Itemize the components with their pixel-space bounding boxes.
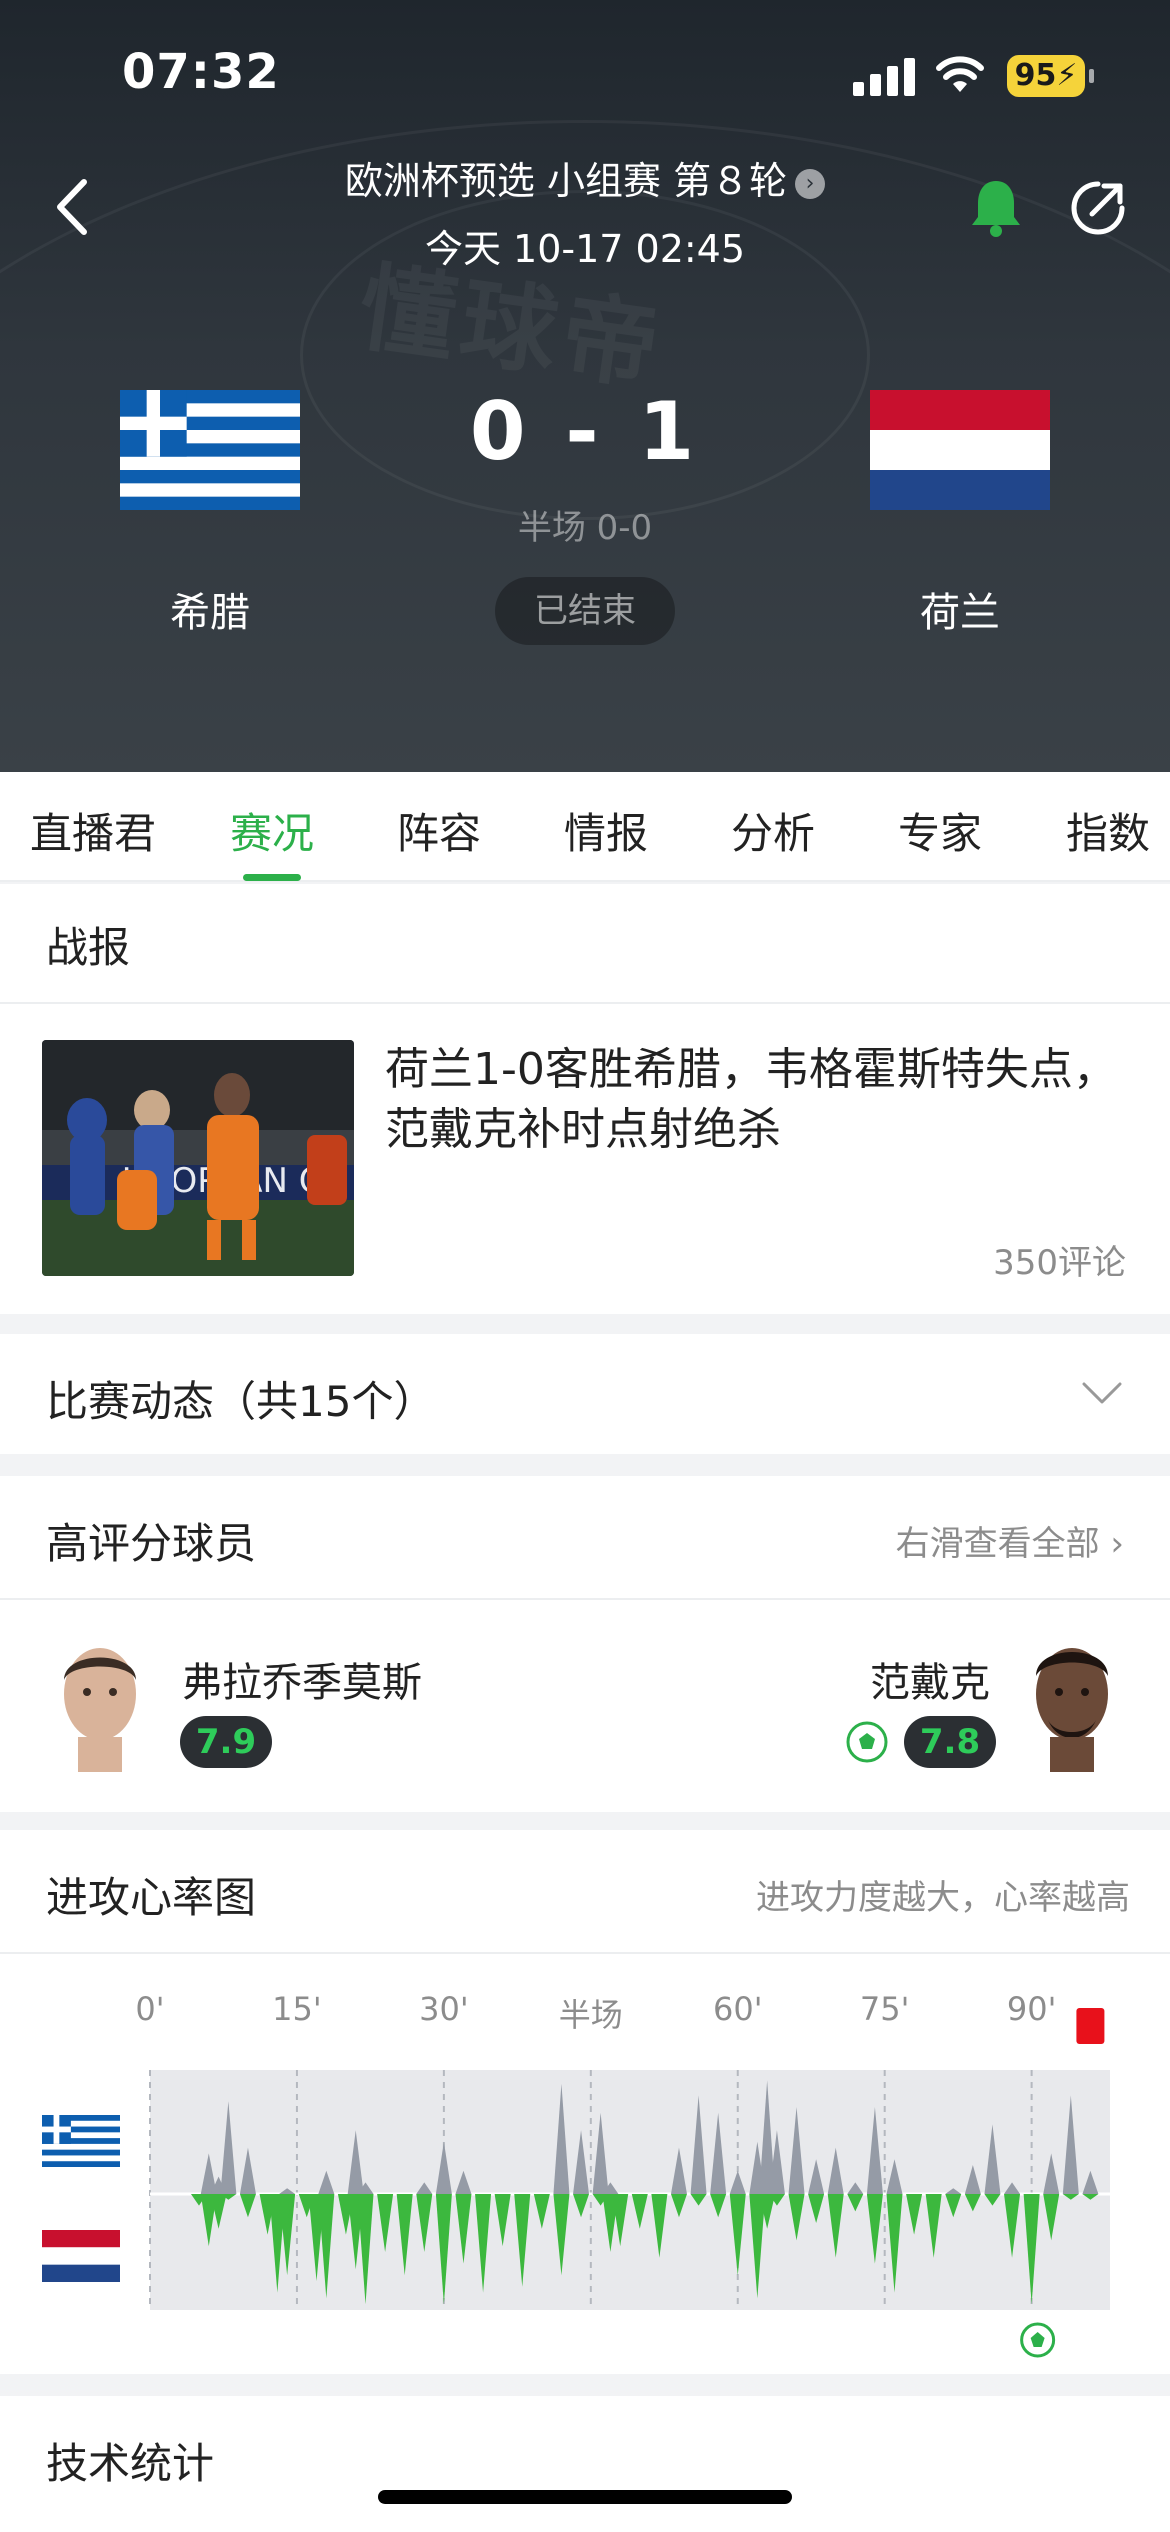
divider	[0, 1002, 1170, 1004]
match-header: 懂球帝 07:32 95⚡ 欧洲杯预选 小组赛 第８轮 › 今天 10-17 02…	[0, 0, 1170, 772]
battery-level: 95	[1014, 58, 1057, 93]
view-all-link[interactable]: 右滑查看全部 ›	[896, 1516, 1124, 1565]
match-events-title: 比赛动态（共15个）	[46, 1377, 436, 1426]
away-player-rating: 7.8	[904, 1716, 996, 1768]
divider	[0, 1952, 1170, 1954]
chart-tick-label: 75'	[859, 1990, 910, 2028]
away-team-name[interactable]: 荷兰	[835, 580, 1085, 638]
top-players-section: 高评分球员 右滑查看全部 ›	[0, 1476, 1170, 1812]
news-headline[interactable]: 荷兰1-0客胜希腊，韦格霍斯特失点，范戴克补时点射绝杀	[385, 1040, 1125, 1160]
wifi-icon	[936, 56, 984, 92]
tab-odds[interactable]: 指数	[1066, 800, 1150, 861]
chart-tick-label: 90'	[1006, 1990, 1057, 2028]
attack-chart-title: 进攻心率图	[46, 1873, 257, 1922]
home-player-name[interactable]: 弗拉乔季莫斯	[182, 1650, 422, 1708]
halftime-score: 半场 0-0	[517, 508, 653, 548]
away-player-name[interactable]: 范戴克	[870, 1650, 990, 1708]
top-players-title: 高评分球员	[46, 1519, 257, 1568]
home-indicator[interactable]	[378, 2490, 792, 2504]
home-player-rating: 7.9	[180, 1716, 272, 1768]
tab-live[interactable]: 直播君	[30, 800, 156, 861]
share-icon[interactable]	[1068, 178, 1128, 238]
tab-intel[interactable]: 情报	[564, 800, 648, 861]
away-player-avatar[interactable]	[1022, 1632, 1122, 1772]
netherlands-flag-mini-icon	[42, 2230, 120, 2282]
chevron-down-icon	[1082, 1382, 1122, 1404]
stats-section: 技术统计	[0, 2396, 1170, 2532]
match-score: 0 - 1	[469, 385, 701, 478]
chart-tick-label: 半场	[558, 1996, 623, 2034]
attack-chart-subtitle: 进攻力度越大，心率越高	[756, 1878, 1130, 1918]
greece-flag-icon[interactable]	[120, 390, 300, 510]
tab-bar: 直播君 赛况 阵容 情报 分析 专家 指数	[0, 772, 1170, 882]
tab-overview[interactable]: 赛况	[230, 800, 314, 861]
status-bar-time: 07:32	[122, 44, 280, 100]
greece-flag-mini-icon	[42, 2115, 120, 2167]
chart-tick-label: 60'	[712, 1990, 763, 2028]
home-player-avatar[interactable]	[50, 1632, 150, 1772]
tab-experts[interactable]: 专家	[898, 800, 982, 861]
chevron-right-icon: ›	[795, 169, 826, 199]
match-status-badge: 已结束	[495, 577, 675, 645]
chart-tick-label: 0'	[135, 1990, 165, 2028]
news-comment-count[interactable]: 350评论	[900, 1235, 1126, 1284]
tab-lineup[interactable]: 阵容	[397, 800, 481, 861]
bell-icon[interactable]	[968, 175, 1024, 239]
match-datetime: 今天 10-17 02:45	[424, 227, 746, 271]
competition-label: 欧洲杯预选 小组赛 第８轮	[344, 159, 788, 203]
chart-tick-label: 15'	[272, 1990, 322, 2028]
news-photo: UROPEAN Q	[42, 1040, 354, 1276]
red-card-icon	[1076, 2008, 1105, 2044]
home-team-name[interactable]: 希腊	[85, 580, 335, 638]
battery-tip	[1089, 69, 1094, 83]
battery-indicator: 95⚡	[1007, 55, 1085, 97]
match-events-row[interactable]: 比赛动态（共15个）	[0, 1334, 1170, 1454]
goal-ball-icon	[846, 1721, 888, 1763]
competition-title[interactable]: 欧洲杯预选 小组赛 第８轮 ›	[300, 150, 870, 205]
stats-title: 技术统计	[46, 2439, 215, 2488]
attack-heart-rate-chart	[149, 2008, 1110, 2358]
divider	[0, 1598, 1170, 1600]
netherlands-flag-icon[interactable]	[870, 390, 1050, 510]
signal-icon	[853, 56, 915, 96]
active-tab-indicator	[243, 874, 301, 881]
report-title: 战报	[46, 923, 131, 972]
chart-tick-label: 30'	[419, 1990, 469, 2028]
back-arrow-icon[interactable]	[48, 172, 98, 242]
news-thumbnail[interactable]: UROPEAN Q	[42, 1040, 354, 1276]
tab-analysis[interactable]: 分析	[731, 800, 815, 861]
view-all-label: 右滑查看全部	[895, 1524, 1100, 1564]
goal-ball-marker-icon	[1020, 2322, 1056, 2358]
